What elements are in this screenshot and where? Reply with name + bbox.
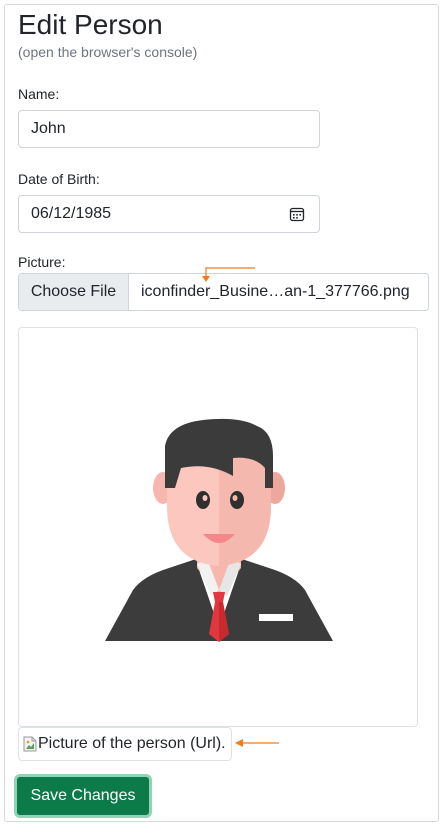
annotation-arrow-icon xyxy=(235,739,279,747)
name-field-value: John xyxy=(31,120,66,137)
businessman-avatar-image xyxy=(105,418,333,642)
broken-image-icon xyxy=(23,736,37,752)
dob-label: Date of Birth: xyxy=(18,171,100,187)
name-field[interactable]: John xyxy=(18,110,320,148)
dob-field-value: 06/12/1985 xyxy=(31,205,112,222)
picture-alt-text: Picture of the person (Url). xyxy=(38,735,226,752)
person-picture-preview xyxy=(18,327,418,727)
selected-file-name: iconfinder_Busine…an-1_377766.png xyxy=(141,283,410,300)
dob-field[interactable]: 06/12/1985 xyxy=(18,195,320,233)
calendar-icon[interactable] xyxy=(289,206,305,222)
page-title: Edit Person xyxy=(18,9,163,40)
name-label: Name: xyxy=(18,86,60,102)
save-changes-button[interactable]: Save Changes xyxy=(14,774,152,818)
page-subtitle: (open the browser's console) xyxy=(18,44,198,60)
picture-url-image: Picture of the person (Url). xyxy=(18,727,232,761)
choose-file-button[interactable]: Choose File xyxy=(19,274,129,310)
picture-label: Picture: xyxy=(18,254,66,270)
annotation-arrow-icon xyxy=(202,267,255,282)
